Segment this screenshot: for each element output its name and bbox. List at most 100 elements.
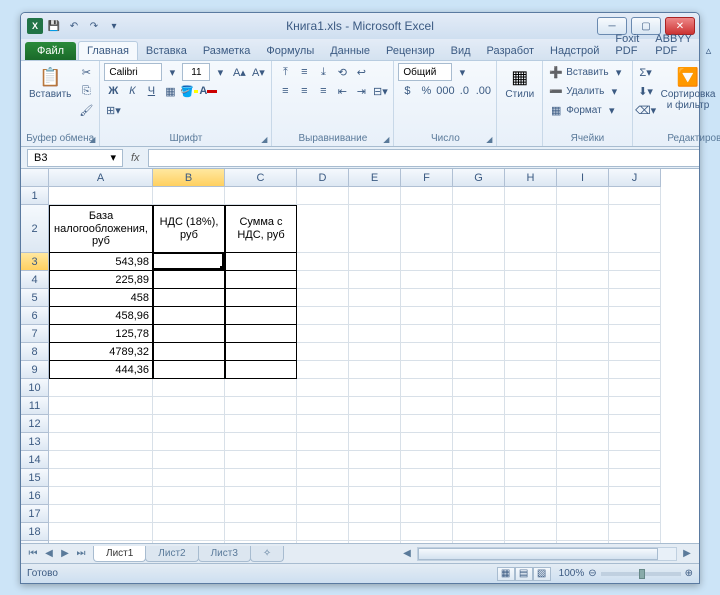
cell-B17[interactable] [153, 505, 225, 523]
sheet-tab-3[interactable]: Лист3 [198, 546, 251, 562]
cell-D14[interactable] [297, 451, 349, 469]
border-button[interactable]: ▦ [161, 82, 179, 100]
cell-C17[interactable] [225, 505, 297, 523]
cell-C3[interactable] [225, 253, 297, 271]
new-sheet-button[interactable]: ✧ [250, 546, 284, 562]
cell-E13[interactable] [349, 433, 401, 451]
cell-B9[interactable] [153, 361, 225, 379]
cell-A15[interactable] [49, 469, 153, 487]
currency-button[interactable]: $ [398, 82, 416, 100]
cell-D2[interactable] [297, 205, 349, 253]
cell-H12[interactable] [505, 415, 557, 433]
align-bottom[interactable]: ⤓ [314, 63, 332, 81]
cell-B7[interactable] [153, 325, 225, 343]
cell-E12[interactable] [349, 415, 401, 433]
cell-A19[interactable] [49, 541, 153, 543]
copy-button[interactable]: ⎘ [77, 82, 95, 100]
cell-D9[interactable] [297, 361, 349, 379]
merge-button[interactable]: ⊟▾ [371, 82, 389, 100]
cell-I13[interactable] [557, 433, 609, 451]
indent-dec[interactable]: ⇤ [333, 82, 351, 100]
cell-F3[interactable] [401, 253, 453, 271]
cell-F4[interactable] [401, 271, 453, 289]
view-normal[interactable]: ▦ [497, 567, 515, 581]
column-header-E[interactable]: E [349, 169, 401, 187]
ribbon-minimize[interactable]: ▵ [700, 41, 718, 60]
cell-H10[interactable] [505, 379, 557, 397]
indent-inc[interactable]: ⇥ [352, 82, 370, 100]
comma-button[interactable]: 000 [436, 82, 454, 100]
row-header-4[interactable]: 4 [21, 271, 49, 289]
cell-C5[interactable] [225, 289, 297, 307]
cell-C4[interactable] [225, 271, 297, 289]
sort-filter-button[interactable]: 🔽 Сортировка и фильтр [657, 63, 720, 113]
column-header-I[interactable]: I [557, 169, 609, 187]
row-header-7[interactable]: 7 [21, 325, 49, 343]
cell-G10[interactable] [453, 379, 505, 397]
cell-G15[interactable] [453, 469, 505, 487]
cell-C7[interactable] [225, 325, 297, 343]
cell-C11[interactable] [225, 397, 297, 415]
cell-I2[interactable] [557, 205, 609, 253]
hscroll-thumb[interactable] [418, 548, 658, 560]
row-header-19[interactable]: 19 [21, 541, 49, 543]
cell-H14[interactable] [505, 451, 557, 469]
zoom-out[interactable]: ⊖ [588, 568, 596, 579]
column-header-G[interactable]: G [453, 169, 505, 187]
cell-B18[interactable] [153, 523, 225, 541]
cell-B11[interactable] [153, 397, 225, 415]
font-size-combo[interactable]: 11 [182, 63, 210, 81]
number-dialog[interactable]: ◢ [486, 135, 492, 144]
format-painter[interactable]: 🖌 [77, 101, 95, 119]
percent-button[interactable]: % [417, 82, 435, 100]
column-header-H[interactable]: H [505, 169, 557, 187]
tab-foxit[interactable]: Foxit PDF [607, 30, 647, 60]
row-header-1[interactable]: 1 [21, 187, 49, 205]
cell-J9[interactable] [609, 361, 661, 379]
cell-C13[interactable] [225, 433, 297, 451]
cell-I4[interactable] [557, 271, 609, 289]
fx-icon[interactable]: fx [123, 152, 148, 164]
cell-H1[interactable] [505, 187, 557, 205]
clipboard-dialog[interactable]: ◢ [89, 135, 95, 144]
format-cells-dd[interactable]: ▾ [603, 101, 621, 119]
orientation[interactable]: ⟲ [333, 63, 351, 81]
tab-addins[interactable]: Надстрой [542, 42, 607, 60]
dec-inc[interactable]: .0 [455, 82, 473, 100]
cell-G11[interactable] [453, 397, 505, 415]
cell-D10[interactable] [297, 379, 349, 397]
column-header-C[interactable]: C [225, 169, 297, 187]
tab-home[interactable]: Главная [78, 41, 138, 60]
cell-I19[interactable] [557, 541, 609, 543]
tab-next[interactable]: ▶ [57, 546, 73, 562]
cell-H4[interactable] [505, 271, 557, 289]
align-top[interactable]: ⤒ [276, 63, 294, 81]
cell-E1[interactable] [349, 187, 401, 205]
tab-review[interactable]: Рецензир [378, 42, 443, 60]
hscroll-right[interactable]: ▶ [679, 546, 695, 562]
cell-D3[interactable] [297, 253, 349, 271]
qat-customize[interactable]: ▾ [105, 17, 123, 35]
align-left[interactable]: ≡ [276, 82, 294, 100]
cell-B6[interactable] [153, 307, 225, 325]
cell-J4[interactable] [609, 271, 661, 289]
cell-H11[interactable] [505, 397, 557, 415]
dec-dec[interactable]: .00 [474, 82, 492, 100]
name-box[interactable]: B3 ▾ [27, 149, 123, 167]
cell-C8[interactable] [225, 343, 297, 361]
cell-G17[interactable] [453, 505, 505, 523]
delete-cells[interactable]: Удалить [566, 86, 604, 97]
cell-E15[interactable] [349, 469, 401, 487]
sheet-tab-2[interactable]: Лист2 [145, 546, 198, 562]
cell-G1[interactable] [453, 187, 505, 205]
tab-abbyy[interactable]: ABBYY PDF [647, 30, 700, 60]
cell-F5[interactable] [401, 289, 453, 307]
cell-A8[interactable]: 4789,32 [49, 343, 153, 361]
cell-E4[interactable] [349, 271, 401, 289]
cell-F11[interactable] [401, 397, 453, 415]
cell-H8[interactable] [505, 343, 557, 361]
cell-E8[interactable] [349, 343, 401, 361]
cell-J3[interactable] [609, 253, 661, 271]
cell-D17[interactable] [297, 505, 349, 523]
cell-D18[interactable] [297, 523, 349, 541]
